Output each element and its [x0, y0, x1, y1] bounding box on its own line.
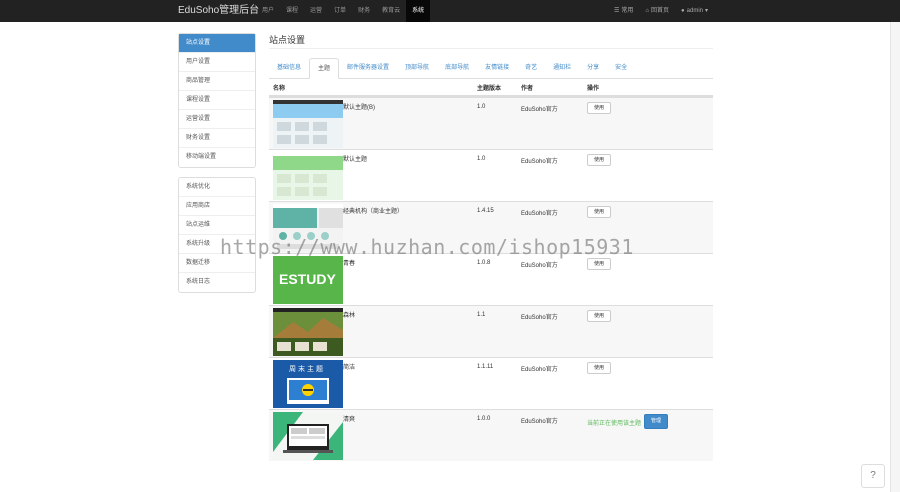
theme-version: 1.0.0	[477, 416, 491, 422]
current-theme-status: 当前正在使用该主题	[587, 421, 642, 427]
theme-version: 1.0	[477, 104, 486, 110]
theme-name: 默认主题	[343, 157, 368, 163]
sidebar-item-logs[interactable]: 系统日志	[179, 273, 255, 292]
chevron-down-icon: ▾	[704, 8, 708, 14]
table-row: 默认主题 1.0 EduSoho官方 使用	[269, 149, 713, 201]
sidebar-item-user-settings[interactable]: 用户设置	[179, 53, 255, 72]
tab-notice[interactable]: 通知栏	[545, 58, 579, 79]
use-theme-button[interactable]: 使用	[587, 258, 612, 270]
help-button[interactable]: ?	[861, 464, 885, 488]
theme-version: 1.0.8	[477, 260, 491, 266]
header-name: 名称	[273, 86, 286, 92]
theme-author: EduSoho官方	[521, 367, 558, 373]
nav-courses[interactable]: 课程	[280, 0, 304, 22]
sidebar-group-settings: 站点设置 用户设置 商品管理 课程设置 运营设置 财务设置 移动端设置	[178, 33, 256, 168]
use-theme-button[interactable]: 使用	[587, 362, 612, 374]
theme-name: 简洁	[343, 365, 356, 371]
use-theme-button[interactable]: 使用	[587, 154, 612, 166]
table-row: 周末主题 简洁 1.1.11 EduSoho官方 使用	[269, 357, 713, 409]
home-label: 回首页	[651, 8, 670, 14]
header-action: 操作	[587, 86, 600, 92]
nav-users[interactable]: 用户	[256, 0, 280, 22]
sidebar-item-course-settings[interactable]: 课程设置	[179, 91, 255, 110]
sidebar: 站点设置 用户设置 商品管理 课程设置 运营设置 财务设置 移动端设置 系统优化…	[178, 33, 256, 302]
tab-qiyi[interactable]: 奇艺	[517, 58, 545, 79]
sidebar-item-app-store[interactable]: 应用商店	[179, 197, 255, 216]
user-menu[interactable]: ● admin ▾	[675, 0, 714, 22]
sidebar-item-maintenance[interactable]: 站点运维	[179, 216, 255, 235]
page-scrollbar[interactable]	[890, 22, 900, 492]
nav-orders[interactable]: 订单	[328, 0, 352, 22]
theme-name: 清爽	[343, 417, 356, 423]
tab-theme[interactable]: 主题	[309, 58, 340, 79]
table-row: 默认主题(B) 1.0 EduSoho官方 使用	[269, 97, 713, 149]
sidebar-item-goods[interactable]: 商品管理	[179, 72, 255, 91]
nav-finance[interactable]: 财务	[352, 0, 376, 22]
theme-author: EduSoho官方	[521, 263, 558, 269]
table-row: 清爽 1.0.0 EduSoho官方 当前正在使用该主题 管理	[269, 409, 713, 461]
home-link[interactable]: ⌂ 回首页	[639, 0, 675, 22]
use-theme-button[interactable]: 使用	[587, 310, 612, 322]
theme-name: 默认主题(B)	[343, 105, 375, 111]
tab-top-nav[interactable]: 顶部导航	[397, 58, 437, 79]
theme-name: 青春	[343, 261, 356, 267]
theme-author: EduSoho官方	[521, 107, 558, 113]
user-icon: ●	[681, 8, 685, 14]
table-row: ESTUDY 青春 1.0.8 EduSoho官方 使用	[269, 253, 713, 305]
tab-security[interactable]: 安全	[607, 58, 635, 79]
use-theme-button[interactable]: 使用	[587, 102, 612, 114]
theme-author: EduSoho官方	[521, 159, 558, 165]
watermark: https://www.huzhan.com/ishop15931	[220, 235, 634, 259]
theme-thumbnail	[273, 100, 343, 148]
manage-theme-button[interactable]: 管理	[644, 414, 669, 429]
main-nav: 用户 课程 运营 订单 财务 教育云 系统	[256, 0, 431, 22]
estudy-logo-text: ESTUDY	[279, 271, 336, 287]
use-theme-button[interactable]: 使用	[587, 206, 612, 218]
common-menu[interactable]: ☰ 常用	[608, 0, 639, 22]
header-author: 作者	[521, 86, 534, 92]
theme-thumbnail: ESTUDY	[273, 256, 343, 304]
tab-basic[interactable]: 基础信息	[269, 58, 309, 79]
theme-name: 森林	[343, 313, 356, 319]
common-label: 常用	[621, 8, 634, 14]
brand-logo[interactable]: EduSoho管理后台	[178, 0, 259, 22]
sidebar-item-operation-settings[interactable]: 运营设置	[179, 110, 255, 129]
sidebar-item-optimize[interactable]: 系统优化	[179, 178, 255, 197]
theme-thumbnail	[273, 308, 343, 356]
top-navbar: EduSoho管理后台 用户 课程 运营 订单 财务 教育云 系统 ☰ 常用 ⌂ 回…	[0, 0, 900, 22]
list-icon: ☰	[613, 8, 620, 14]
theme-thumbnail	[273, 412, 343, 460]
sidebar-item-finance-settings[interactable]: 财务设置	[179, 129, 255, 148]
tab-share[interactable]: 分享	[579, 58, 607, 79]
user-label: admin	[686, 8, 703, 14]
theme-version: 1.1	[477, 312, 486, 318]
theme-thumbnail	[273, 152, 343, 200]
theme-author: EduSoho官方	[521, 419, 558, 425]
nav-edu-cloud[interactable]: 教育云	[376, 0, 406, 22]
theme-version: 1.1.11	[477, 364, 494, 370]
theme-version: 1.0	[477, 156, 486, 162]
tab-mail[interactable]: 邮件服务器设置	[339, 58, 397, 79]
header-version: 主题版本	[477, 86, 502, 92]
table-header: 名称 主题版本 作者 操作	[269, 81, 713, 97]
top-right-menu: ☰ 常用 ⌂ 回首页 ● admin ▾	[608, 0, 714, 22]
home-icon: ⌂	[645, 8, 649, 14]
nav-operations[interactable]: 运营	[304, 0, 328, 22]
sidebar-item-mobile-settings[interactable]: 移动端设置	[179, 148, 255, 167]
table-row: 森林 1.1 EduSoho官方 使用	[269, 305, 713, 357]
theme-author: EduSoho官方	[521, 315, 558, 321]
tab-links[interactable]: 友情链接	[477, 58, 517, 79]
sidebar-item-site-settings[interactable]: 站点设置	[179, 34, 255, 53]
tab-bottom-nav[interactable]: 底部导航	[437, 58, 477, 79]
theme-thumbnail: 周末主题	[273, 360, 343, 408]
page-title: 站点设置	[269, 33, 713, 49]
settings-tabs: 基础信息 主题 邮件服务器设置 顶部导航 底部导航 友情链接 奇艺 通知栏 分享…	[269, 58, 713, 79]
nav-system[interactable]: 系统	[406, 0, 431, 22]
